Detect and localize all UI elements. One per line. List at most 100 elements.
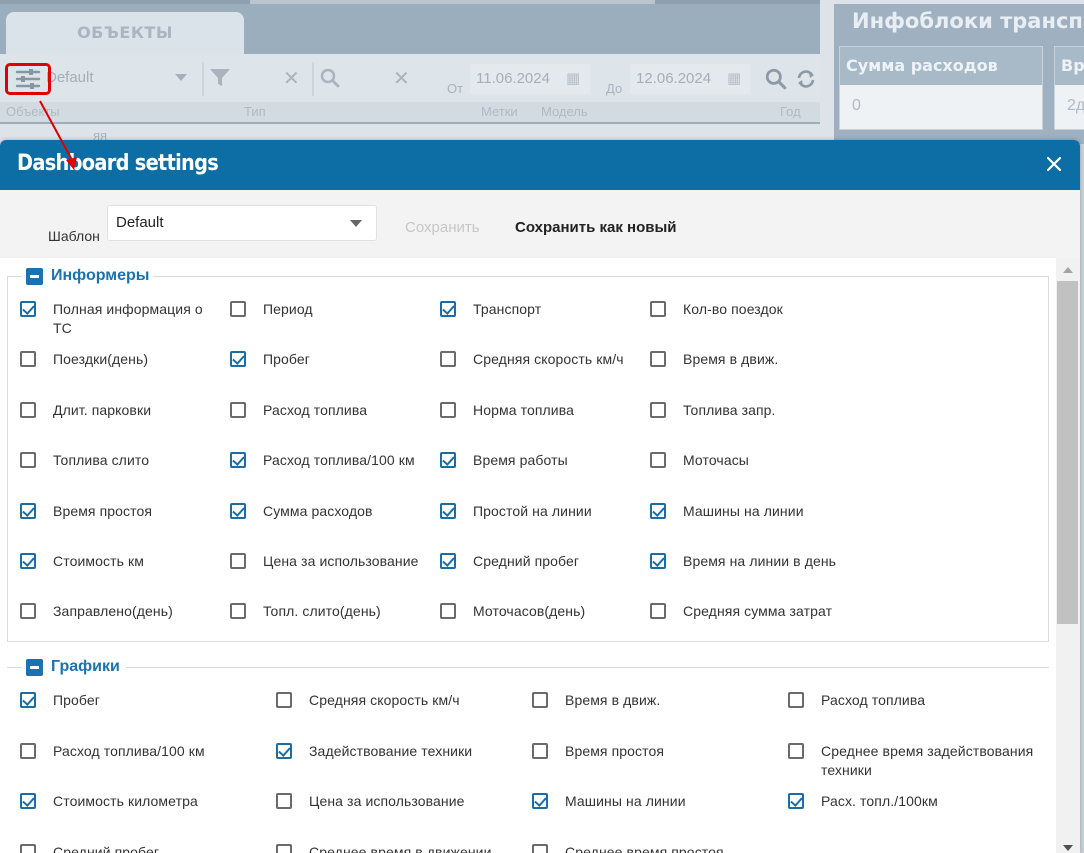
charts-option[interactable]: Цена за использование [276, 792, 526, 811]
checkbox[interactable] [650, 553, 666, 569]
checkbox[interactable] [276, 843, 292, 853]
refresh-icon[interactable] [796, 69, 816, 95]
column-year[interactable]: Год [780, 104, 801, 119]
charts-option[interactable]: Задействование техники [276, 742, 526, 761]
informers-option[interactable]: Топлива запр. [650, 401, 855, 420]
checkbox[interactable] [230, 553, 246, 569]
checkbox[interactable] [230, 603, 246, 620]
checkbox[interactable] [650, 301, 666, 317]
informers-option[interactable]: Заправлено(день) [20, 602, 225, 621]
collapse-icon[interactable] [26, 267, 43, 285]
checkbox[interactable] [20, 351, 36, 368]
checkbox[interactable] [276, 793, 292, 809]
informers-option[interactable]: Время работы [440, 451, 645, 470]
informers-option[interactable]: Стоимость км [20, 552, 225, 571]
collapse-icon[interactable] [26, 658, 43, 676]
checkbox[interactable] [230, 351, 246, 368]
charts-option[interactable]: Средняя скорость км/ч [276, 691, 526, 710]
informers-option[interactable]: Период [230, 300, 435, 319]
checkbox[interactable] [650, 452, 666, 469]
save-as-new-button[interactable]: Сохранить как новый [515, 219, 676, 236]
checkbox[interactable] [276, 692, 292, 708]
charts-option[interactable]: Машины на линии [532, 792, 782, 811]
dashboard-settings-button[interactable] [5, 63, 51, 95]
informers-option[interactable]: Поездки(день) [20, 350, 225, 369]
charts-option[interactable]: Среднее время задействования техники [788, 742, 1038, 780]
checkbox[interactable] [440, 301, 456, 317]
checkbox[interactable] [230, 401, 246, 418]
charts-option[interactable]: Время в движ. [532, 691, 782, 710]
informers-option[interactable]: Расход топлива/100 км [230, 451, 435, 470]
checkbox[interactable] [20, 502, 36, 519]
checkbox[interactable] [20, 301, 36, 317]
checkbox[interactable] [532, 843, 548, 853]
checkbox[interactable] [440, 603, 456, 620]
charts-option[interactable]: Среднее время в движении [276, 843, 526, 853]
informers-option[interactable]: Длит. парковки [20, 401, 225, 420]
scroll-down-icon[interactable] [1063, 845, 1073, 851]
clear-search-icon[interactable]: ✕ [393, 66, 410, 91]
informers-option[interactable]: Норма топлива [440, 401, 645, 420]
informers-option[interactable]: Топл. слито(день) [230, 602, 435, 621]
checkbox[interactable] [230, 301, 246, 317]
informers-option[interactable]: Время в движ. [650, 350, 855, 369]
informers-option[interactable]: Цена за использование [230, 552, 435, 571]
checkbox[interactable] [20, 742, 36, 759]
checkbox[interactable] [440, 401, 456, 418]
charts-option[interactable]: Пробег [20, 691, 270, 710]
informers-option[interactable]: Пробег [230, 350, 435, 369]
template-select[interactable]: Default [107, 205, 377, 241]
charts-option[interactable]: Средний пробег [20, 843, 270, 853]
charts-option[interactable]: Время простоя [532, 742, 782, 761]
checkbox[interactable] [788, 793, 804, 809]
charts-option[interactable]: Расход топлива/100 км [20, 742, 270, 761]
column-objects[interactable]: Объекты [6, 104, 60, 119]
checkbox[interactable] [276, 742, 292, 759]
checkbox[interactable] [20, 843, 36, 853]
close-icon[interactable] [1044, 154, 1064, 174]
checkbox[interactable] [650, 351, 666, 368]
informers-option[interactable]: Топлива слито [20, 451, 225, 470]
informers-option[interactable]: Средняя сумма затрат [650, 602, 855, 621]
checkbox[interactable] [440, 502, 456, 519]
column-tags[interactable]: Метки [481, 104, 518, 119]
column-type[interactable]: Тип [244, 104, 266, 119]
checkbox[interactable] [440, 351, 456, 368]
informers-option[interactable]: Машины на линии [650, 502, 855, 521]
scroll-up-icon[interactable] [1063, 267, 1073, 273]
informers-option[interactable]: Средний пробег [440, 552, 645, 571]
informers-option[interactable]: Время простоя [20, 502, 225, 521]
checkbox[interactable] [440, 553, 456, 569]
informers-option[interactable]: Кол-во поездок [650, 300, 855, 319]
checkbox[interactable] [532, 742, 548, 759]
checkbox[interactable] [788, 692, 804, 708]
informers-option[interactable]: Расход топлива [230, 401, 435, 420]
checkbox[interactable] [20, 793, 36, 809]
informers-option[interactable]: Простой на линии [440, 502, 645, 521]
checkbox[interactable] [532, 793, 548, 809]
settings-scroll-area[interactable]: Информеры Полная информация о ТС Период Тр… [0, 258, 1056, 853]
informers-option[interactable]: Сумма расходов [230, 502, 435, 521]
checkbox[interactable] [20, 553, 36, 569]
charts-option[interactable]: Расх. топл./100км [788, 792, 1038, 811]
scrollbar-thumb[interactable] [1057, 281, 1078, 624]
column-model[interactable]: Модель [541, 104, 588, 119]
charts-option[interactable]: Среднее время простоя [532, 843, 782, 853]
objects-tab[interactable]: ОБЪЕКТЫ [6, 12, 244, 54]
calendar-icon[interactable]: ▦ [566, 69, 584, 87]
checkbox[interactable] [20, 401, 36, 418]
checkbox[interactable] [230, 452, 246, 469]
checkbox[interactable] [650, 502, 666, 519]
informers-option[interactable]: Средняя скорость км/ч [440, 350, 645, 369]
clear-filter-icon[interactable]: ✕ [283, 66, 300, 91]
informers-option[interactable]: Транспорт [440, 300, 645, 319]
checkbox[interactable] [650, 401, 666, 418]
filter-icon[interactable] [209, 68, 231, 88]
search-icon[interactable] [320, 68, 340, 94]
search-icon[interactable] [765, 68, 787, 96]
informers-option[interactable]: Полная информация о ТС [20, 300, 225, 338]
charts-option[interactable]: Стоимость километра [20, 792, 270, 811]
calendar-icon[interactable]: ▦ [727, 69, 745, 87]
checkbox[interactable] [650, 603, 666, 620]
informers-option[interactable]: Время на линии в день [650, 552, 855, 571]
